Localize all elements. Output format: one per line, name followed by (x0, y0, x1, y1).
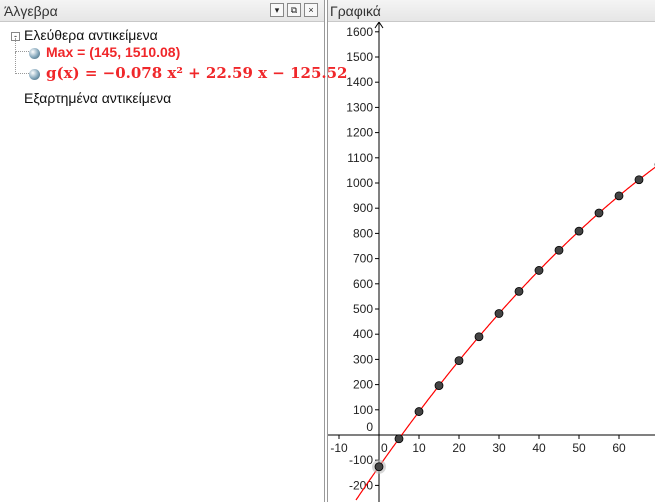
x-tick-label: 0 (381, 441, 388, 455)
algebra-item-max[interactable]: Max = (145, 1510.08) (29, 44, 180, 60)
y-tick-label: 400 (353, 327, 373, 341)
data-point[interactable] (394, 434, 404, 444)
y-tick-label: 1400 (346, 75, 373, 89)
graphics-header: Γραφικά (328, 0, 655, 22)
function-text: g(x) = −0.078 x² + 22.59 x − 125.52 (46, 64, 348, 82)
algebra-title: Άλγεβρα (4, 3, 58, 19)
data-point[interactable] (554, 245, 564, 255)
y-tick-label: 500 (353, 302, 373, 316)
data-point[interactable] (534, 266, 544, 275)
x-tick-label: 60 (612, 441, 626, 455)
data-point[interactable] (374, 462, 384, 472)
data-point[interactable] (514, 286, 524, 296)
graphics-title: Γραφικά (330, 3, 381, 19)
y-tick-label: 1500 (346, 50, 373, 64)
x-tick-label: -10 (330, 441, 348, 455)
x-tick-label: 20 (452, 441, 466, 455)
x-tick-label: 40 (532, 441, 546, 455)
y-tick-label: 100 (353, 403, 373, 417)
data-point[interactable] (494, 309, 504, 318)
y-tick-label: 800 (353, 226, 373, 240)
data-point[interactable] (454, 356, 464, 366)
free-objects-label: Ελεύθερα αντικείμενα (24, 27, 158, 43)
close-button[interactable]: × (304, 3, 318, 17)
visibility-toggle-icon[interactable] (29, 47, 40, 59)
y-tick-label: 900 (353, 201, 373, 215)
x-tick-label: 30 (492, 441, 506, 455)
y-tick-label: 1100 (347, 151, 373, 165)
graphics-view[interactable]: Γραφικά -1001020304050607-200-1000100200… (327, 0, 655, 502)
visibility-toggle-icon[interactable] (29, 68, 40, 80)
y-tick-label: 1000 (346, 176, 373, 190)
data-point[interactable] (414, 407, 424, 416)
data-point[interactable] (474, 332, 484, 342)
max-text: Max = (145, 1510.08) (46, 44, 181, 60)
data-point[interactable] (614, 191, 624, 201)
y-tick-label: 1300 (346, 100, 373, 114)
y-tick-label: -100 (349, 453, 373, 467)
y-tick-label: 700 (353, 252, 373, 266)
data-point[interactable] (434, 381, 444, 391)
graphics-canvas[interactable]: -1001020304050607-200-100010020030040050… (328, 22, 655, 502)
data-point[interactable] (574, 226, 584, 236)
data-point[interactable] (594, 208, 604, 218)
data-point[interactable] (634, 175, 644, 185)
y-tick-label: 600 (353, 277, 373, 291)
x-tick-label: 50 (572, 441, 586, 455)
y-tick-label: 1200 (346, 126, 373, 140)
undock-button[interactable]: ⧉ (287, 3, 301, 17)
y-tick-label: 0 (366, 420, 373, 434)
y-tick-label: 300 (353, 352, 373, 366)
x-tick-label: 10 (412, 441, 426, 455)
algebra-header: Άλγεβρα ▾ ⧉ × (0, 0, 324, 22)
algebra-view: Άλγεβρα ▾ ⧉ × - Ελεύθερα αντικείμενα Max … (0, 0, 347, 502)
y-tick-label: 200 (353, 378, 373, 392)
dependent-objects-label: Εξαρτημένα αντικείμενα (24, 90, 172, 106)
free-objects-node[interactable]: - Ελεύθερα αντικείμενα (11, 27, 158, 43)
algebra-item-g[interactable]: g(x) = −0.078 x² + 22.59 x − 125.52 (29, 64, 347, 82)
y-tick-label: 1600 (346, 25, 373, 39)
menu-dropdown-button[interactable]: ▾ (270, 3, 284, 17)
